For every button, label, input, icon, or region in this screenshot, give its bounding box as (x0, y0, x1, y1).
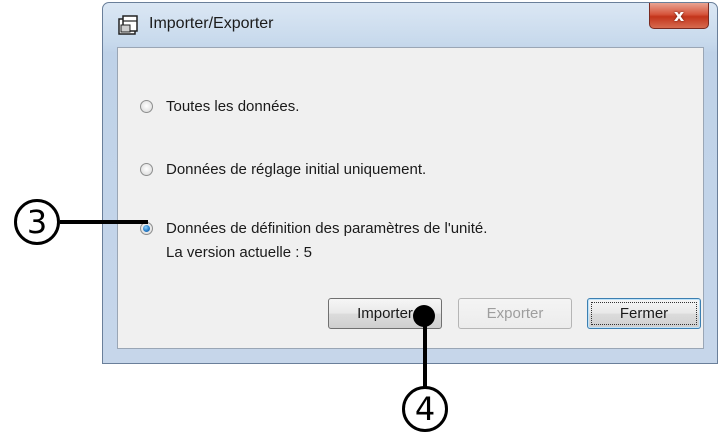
callout-3-marker: 3 (14, 199, 60, 245)
option-initial-settings-label: Données de réglage initial uniquement. (166, 161, 427, 178)
focus-rectangle (591, 302, 697, 325)
option-unit-parameters-label: Données de définition des paramètres de … (166, 220, 488, 237)
radio-initial-settings[interactable] (140, 163, 153, 176)
export-button[interactable]: Exporter (458, 298, 572, 329)
option-all-data-label: Toutes les données. (166, 98, 300, 115)
callout-3-line (60, 220, 148, 224)
current-version-text: La version actuelle : 5 (166, 244, 312, 261)
callout-4-dot (413, 305, 435, 327)
stage: Importer/Exporter x Toutes les données. … (0, 0, 724, 438)
option-unit-parameters[interactable]: Données de définition des paramètres de … (140, 220, 487, 237)
folder-icon (118, 15, 138, 35)
dialog-window: Importer/Exporter x Toutes les données. … (102, 2, 718, 364)
option-all-data[interactable]: Toutes les données. (140, 98, 299, 115)
callout-4-marker: 4 (402, 386, 448, 432)
dialog-content: Toutes les données. Données de réglage i… (117, 47, 704, 349)
title-bar[interactable]: Importer/Exporter x (103, 3, 717, 47)
close-window-button[interactable]: x (649, 3, 709, 29)
close-button[interactable]: Fermer (587, 298, 701, 329)
radio-all-data[interactable] (140, 100, 153, 113)
option-initial-settings[interactable]: Données de réglage initial uniquement. (140, 161, 426, 178)
close-icon: x (673, 6, 685, 25)
window-title: Importer/Exporter (149, 15, 274, 32)
